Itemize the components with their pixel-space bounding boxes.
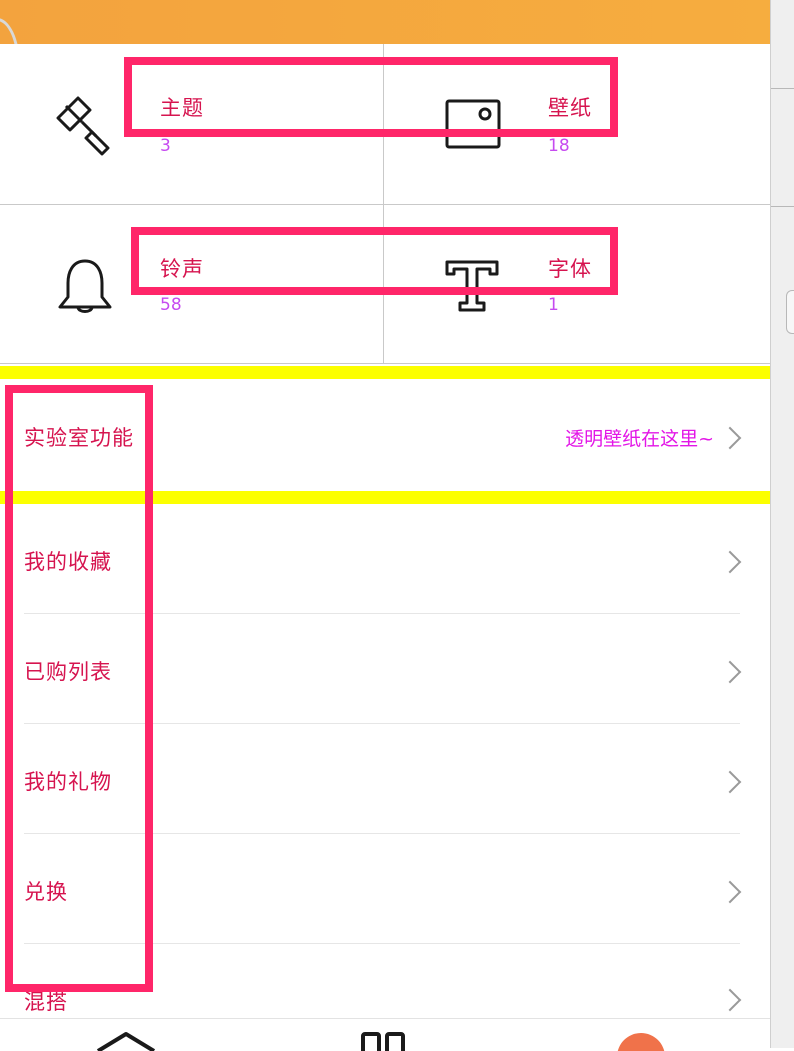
transparent-wallpaper-hint: 透明壁纸在这里~: [565, 428, 714, 450]
top-banner: [0, 0, 770, 44]
category-icon[interactable]: [360, 1031, 408, 1051]
paint-brush-icon: [56, 96, 110, 156]
bottom-nav: [0, 1018, 770, 1051]
home-icon[interactable]: [94, 1031, 158, 1051]
grid-divider-bottom: [0, 363, 770, 364]
grid-item-count: 18: [548, 136, 570, 156]
screen-edge: [770, 0, 794, 1048]
chevron-right-icon: [718, 880, 742, 904]
chevron-right-icon: [718, 550, 742, 574]
bell-icon: [58, 259, 112, 313]
chevron-right-icon: [718, 660, 742, 684]
chevron-right-icon: [718, 988, 742, 1012]
edge-divider: [771, 206, 794, 207]
highlight-bar-top: [0, 366, 770, 379]
grid-item-count: 3: [160, 136, 171, 156]
grid-item-count: 58: [160, 295, 182, 315]
edge-divider: [771, 88, 794, 89]
grid-item-count: 1: [548, 295, 559, 315]
edge-handle: [786, 290, 794, 334]
annotation-box: [5, 385, 153, 992]
chevron-right-icon: [718, 426, 742, 450]
annotation-box: [124, 57, 618, 137]
annotation-box: [131, 227, 618, 295]
chevron-right-icon: [718, 770, 742, 794]
